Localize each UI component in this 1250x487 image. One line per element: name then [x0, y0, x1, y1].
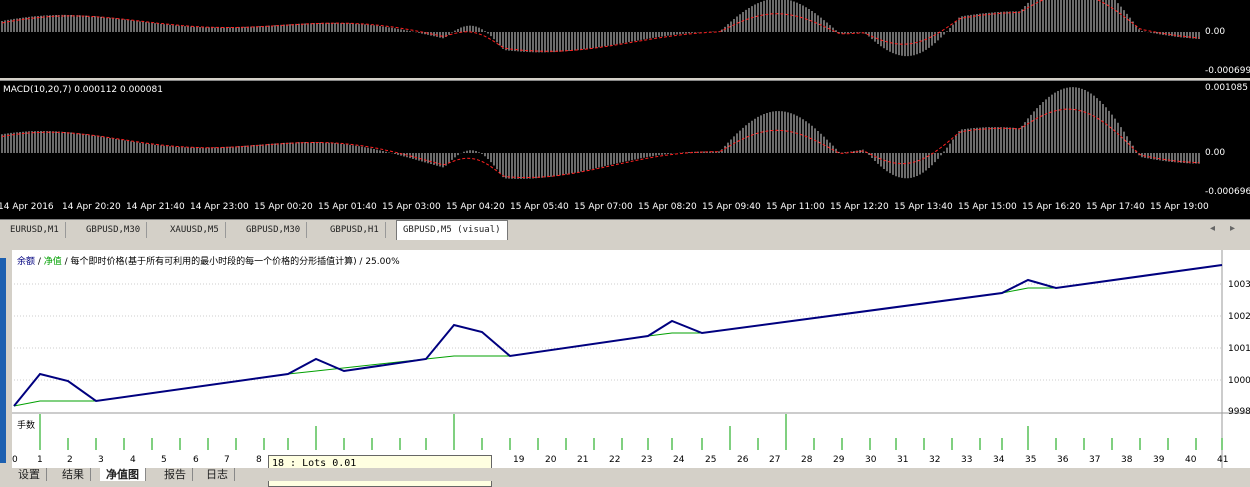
chart-tab[interactable]: XAUUSD,M5: [164, 222, 226, 238]
time-axis-label: 15 Apr 00:20: [254, 202, 313, 212]
time-axis-label: 15 Apr 07:00: [574, 202, 633, 212]
equity-scale-3: 1001: [1228, 344, 1250, 354]
tester-tabs-bar: 设置 结果 净值图 报告 日志: [0, 468, 1250, 481]
time-axis: 14 Apr 2016 14 Apr 20:20 14 Apr 21:40 14 Ap…: [0, 198, 1250, 219]
equity-graph-panel: 余额 / 净值 / 每个即时价格(基于所有可利用的最小时段的每一个价格的分形插值…: [12, 250, 1250, 468]
lots-bars: [39, 414, 1223, 450]
macd-scale-zero: 0.00: [1205, 148, 1226, 158]
time-axis-label: 14 Apr 21:40: [126, 202, 185, 212]
time-axis-label: 15 Apr 01:40: [318, 202, 377, 212]
chart-tab-active[interactable]: GBPUSD,M5 (visual): [396, 220, 508, 240]
top-scale-min: -0.000699: [1205, 66, 1250, 76]
trade-axis-label: 39: [1153, 455, 1165, 465]
equity-chart: [12, 250, 1250, 468]
trade-axis-label: 30: [865, 455, 877, 465]
top-indicator-panel: [0, 0, 1200, 78]
trade-axis-label: 2: [67, 455, 73, 465]
chart-tab[interactable]: EURUSD,M1: [4, 222, 66, 238]
time-axis-label: 15 Apr 04:20: [446, 202, 505, 212]
time-axis-label: 15 Apr 05:40: [510, 202, 569, 212]
top-indicator-scale: 0.00 -0.000699: [1200, 0, 1250, 78]
tab-journal[interactable]: 日志: [200, 468, 235, 481]
trade-axis-label: 8: [256, 455, 262, 465]
time-axis-label: 15 Apr 17:40: [1086, 202, 1145, 212]
time-axis-label: 15 Apr 09:40: [702, 202, 761, 212]
tab-scroll-left-icon[interactable]: ◂: [1210, 223, 1215, 234]
trade-axis-label: 40: [1185, 455, 1197, 465]
trade-axis-label: 32: [929, 455, 941, 465]
time-axis-label: 15 Apr 13:40: [894, 202, 953, 212]
trade-axis-label: 20: [545, 455, 557, 465]
time-axis-label: 15 Apr 03:00: [382, 202, 441, 212]
equity-scale-5: 9998: [1228, 407, 1250, 417]
trade-axis-label: 36: [1057, 455, 1069, 465]
trade-axis-label: 4: [130, 455, 136, 465]
time-axis-label: 14 Apr 23:00: [190, 202, 249, 212]
trade-axis-label: 26: [737, 455, 749, 465]
chart-tab[interactable]: GBPUSD,M30: [240, 222, 308, 238]
time-axis-label: 15 Apr 16:20: [1022, 202, 1081, 212]
trade-axis-label: 41: [1217, 455, 1229, 465]
trade-axis-label: 27: [769, 455, 781, 465]
trade-axis-label: 5: [161, 455, 167, 465]
tab-results[interactable]: 结果: [56, 468, 91, 481]
time-axis-label: 15 Apr 19:00: [1150, 202, 1209, 212]
macd-chart: [1, 87, 1200, 179]
trade-axis-label: 29: [833, 455, 845, 465]
macd-scale: 0.001085 0.00 -0.000696: [1200, 80, 1250, 199]
time-axis-label: 14 Apr 2016: [0, 202, 54, 212]
trade-axis-label: 0: [12, 455, 18, 465]
histogram-bars: [1, 87, 1200, 179]
macd-scale-max: 0.001085: [1205, 83, 1248, 93]
trade-axis-label: 35: [1025, 455, 1037, 465]
chart-tab[interactable]: GBPUSD,H1: [324, 222, 386, 238]
trade-axis-label: 33: [961, 455, 973, 465]
top-indicator-chart: [1, 0, 1200, 57]
equity-scale-2: 1002: [1228, 312, 1250, 322]
trade-axis-label: 19: [513, 455, 525, 465]
macd-scale-min: -0.000696: [1205, 187, 1250, 197]
trade-axis-label: 3: [98, 455, 104, 465]
macd-panel: MACD(10,20,7) 0.000112 0.000081: [0, 80, 1200, 199]
equity-scale-4: 1000: [1228, 376, 1250, 386]
trade-axis-label: 28: [801, 455, 813, 465]
time-axis-label: 15 Apr 12:20: [830, 202, 889, 212]
trade-axis-label: 25: [705, 455, 717, 465]
equity-line: [13, 264, 1223, 407]
trade-axis-label: 31: [897, 455, 909, 465]
tab-settings[interactable]: 设置: [12, 468, 47, 481]
time-axis-label: 15 Apr 15:00: [958, 202, 1017, 212]
chart-tab[interactable]: GBPUSD,M30: [80, 222, 148, 238]
trade-axis-label: 37: [1089, 455, 1101, 465]
equity-scale-1: 1003: [1228, 280, 1250, 290]
trade-axis-label: 6: [193, 455, 199, 465]
tester-left-marker: [0, 258, 6, 463]
lots-label: 手数: [17, 421, 36, 431]
balance-line: [13, 264, 1223, 407]
chart-tabs-bar: EURUSD,M1 GBPUSD,M30 XAUUSD,M5 GBPUSD,M3…: [0, 219, 1250, 241]
macd-title: MACD(10,20,7) 0.000112 0.000081: [3, 85, 163, 95]
trade-axis-label: 23: [641, 455, 653, 465]
time-axis-label: 14 Apr 20:20: [62, 202, 121, 212]
trade-axis-label: 22: [609, 455, 621, 465]
trade-axis-label: 38: [1121, 455, 1133, 465]
tab-scroll-right-icon[interactable]: ▸: [1230, 223, 1235, 234]
tab-report[interactable]: 报告: [158, 468, 193, 481]
top-scale-zero: 0.00: [1205, 27, 1226, 37]
trade-axis-label: 24: [673, 455, 685, 465]
trade-axis-label: 21: [577, 455, 589, 465]
time-axis-label: 15 Apr 08:20: [638, 202, 697, 212]
trade-axis-label: 1: [37, 455, 43, 465]
tab-equity-graph[interactable]: 净值图: [100, 468, 146, 481]
trade-axis-label: 34: [993, 455, 1005, 465]
time-axis-label: 15 Apr 11:00: [766, 202, 825, 212]
trade-axis-label: 7: [224, 455, 230, 465]
